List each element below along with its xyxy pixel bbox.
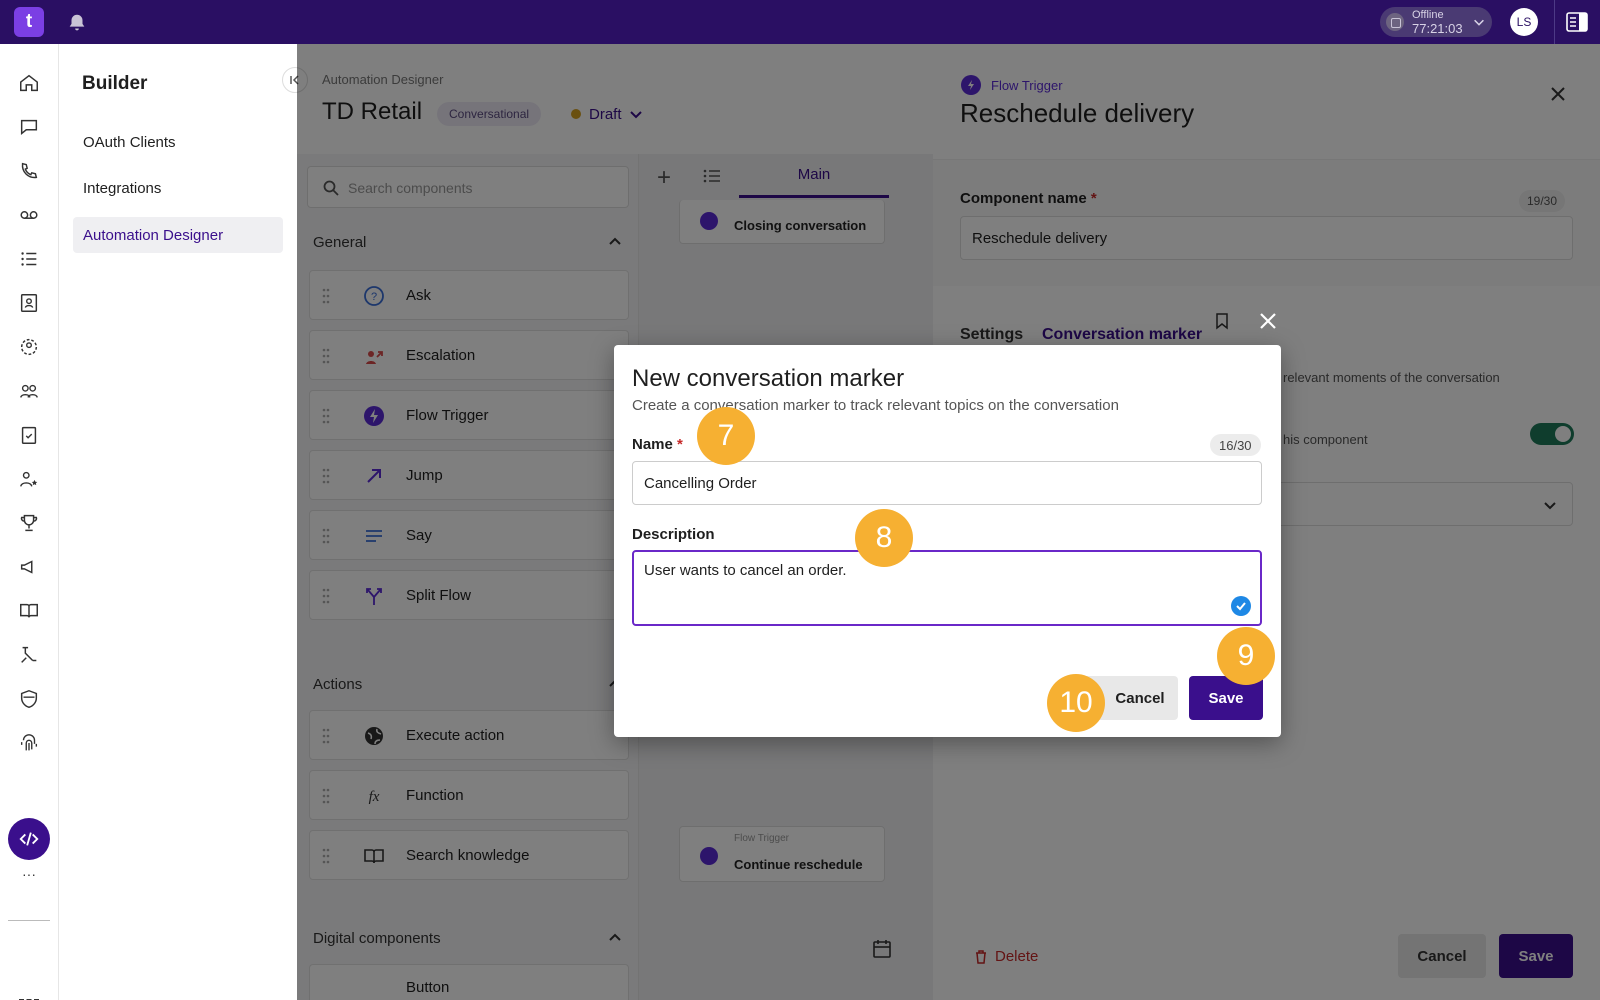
chat-bubble-icon[interactable] bbox=[14, 112, 44, 142]
phone-icon[interactable] bbox=[14, 156, 44, 186]
new-conversation-marker-dialog: New conversation marker Create a convers… bbox=[614, 345, 1281, 737]
step-marker-9: 9 bbox=[1217, 627, 1275, 685]
dialog-title: New conversation marker bbox=[632, 365, 905, 392]
required-marker: * bbox=[677, 436, 683, 453]
people-star-icon[interactable] bbox=[14, 464, 44, 494]
shield-icon[interactable] bbox=[14, 684, 44, 714]
user-avatar[interactable]: LS bbox=[1510, 8, 1538, 36]
rail-divider bbox=[8, 920, 50, 921]
topbar-divider bbox=[1554, 0, 1555, 44]
book-icon[interactable] bbox=[14, 596, 44, 626]
app-logo[interactable]: t bbox=[14, 7, 44, 37]
side-panel-icon[interactable] bbox=[1566, 12, 1588, 32]
flow-icon[interactable] bbox=[14, 640, 44, 670]
chevron-down-icon bbox=[1474, 19, 1484, 26]
contacts-icon[interactable] bbox=[14, 288, 44, 318]
nav-item-oauth-clients[interactable]: OAuth Clients bbox=[73, 124, 283, 160]
nav-item-automation-designer[interactable]: Automation Designer bbox=[73, 217, 283, 253]
label-text: Name bbox=[632, 436, 673, 453]
close-icon[interactable] bbox=[1257, 310, 1279, 332]
dialog-subtitle: Create a conversation marker to track re… bbox=[632, 397, 1119, 414]
offline-status-icon bbox=[1386, 13, 1404, 31]
fingerprint-icon[interactable] bbox=[14, 728, 44, 758]
top-bar: t Offline 77:21:03 LS bbox=[0, 0, 1600, 44]
status-label: Offline bbox=[1412, 9, 1444, 21]
char-counter: 16/30 bbox=[1210, 434, 1261, 456]
megaphone-icon[interactable] bbox=[14, 552, 44, 582]
clipboard-icon[interactable] bbox=[14, 420, 44, 450]
code-icon[interactable] bbox=[8, 818, 50, 860]
description-label: Description bbox=[632, 526, 715, 543]
team-icon[interactable] bbox=[14, 376, 44, 406]
nav-title: Builder bbox=[82, 73, 148, 94]
name-input[interactable]: Cancelling Order bbox=[632, 461, 1262, 505]
description-textarea[interactable]: User wants to cancel an order. bbox=[632, 550, 1262, 626]
status-timer: 77:21:03 bbox=[1412, 21, 1463, 36]
step-marker-7: 7 bbox=[697, 407, 755, 465]
bell-icon[interactable] bbox=[66, 12, 88, 34]
step-marker-10: 10 bbox=[1047, 674, 1105, 732]
icon-rail: ··· bbox=[0, 44, 59, 1000]
builder-nav: Builder OAuth Clients Integrations Autom… bbox=[59, 44, 297, 1000]
nav-item-integrations[interactable]: Integrations bbox=[73, 170, 283, 206]
check-icon bbox=[1231, 596, 1251, 616]
list-icon[interactable] bbox=[14, 244, 44, 274]
name-label: Name * bbox=[632, 436, 683, 453]
trophy-icon[interactable] bbox=[14, 508, 44, 538]
voicemail-icon[interactable] bbox=[14, 200, 44, 230]
agent-status-selector[interactable]: Offline 77:21:03 bbox=[1380, 7, 1492, 37]
step-marker-8: 8 bbox=[855, 509, 913, 567]
home-icon[interactable] bbox=[14, 68, 44, 98]
agent-icon[interactable] bbox=[14, 332, 44, 362]
more-icon[interactable]: ··· bbox=[14, 866, 44, 882]
